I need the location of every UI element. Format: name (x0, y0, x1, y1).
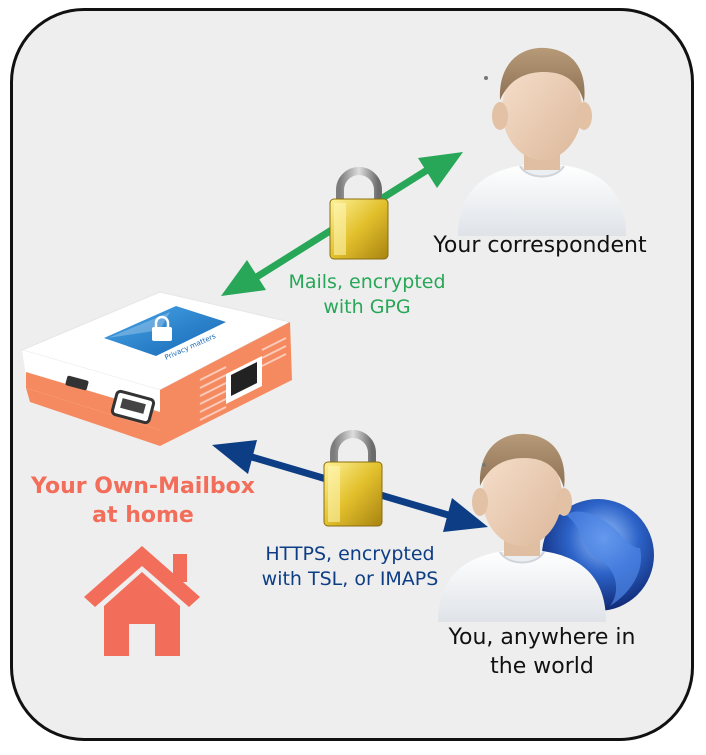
house-icon (84, 546, 200, 656)
gpg-label-line1: Mails, encrypted (288, 271, 446, 293)
person-icon (458, 47, 626, 236)
gpg-label-line2: with GPG (323, 295, 411, 318)
padlock-icon (329, 167, 389, 260)
mailbox-label-line1: Your Own-Mailbox (31, 474, 255, 499)
you-label: You, anywhere in the world (422, 624, 662, 681)
you-label-line2: the world (490, 653, 594, 679)
correspondent-label: Your correspondent (410, 232, 670, 261)
you-label-line1: You, anywhere in (448, 625, 636, 650)
mailbox-label: Your Own-Mailbox at home (18, 473, 268, 530)
padlock-icon (323, 430, 383, 527)
https-label-line1: HTTPS, encrypted (265, 543, 435, 565)
mailbox-label-line2: at home (92, 502, 194, 528)
https-label-line2: with TSL, or IMAPS (261, 567, 439, 590)
https-channel-label: HTTPS, encrypted with TSL, or IMAPS (230, 542, 470, 591)
gpg-channel-label: Mails, encrypted with GPG (262, 270, 472, 319)
mailbox-device-icon: Privacy matters (20, 291, 292, 446)
correspondent-label-text: Your correspondent (433, 233, 647, 258)
